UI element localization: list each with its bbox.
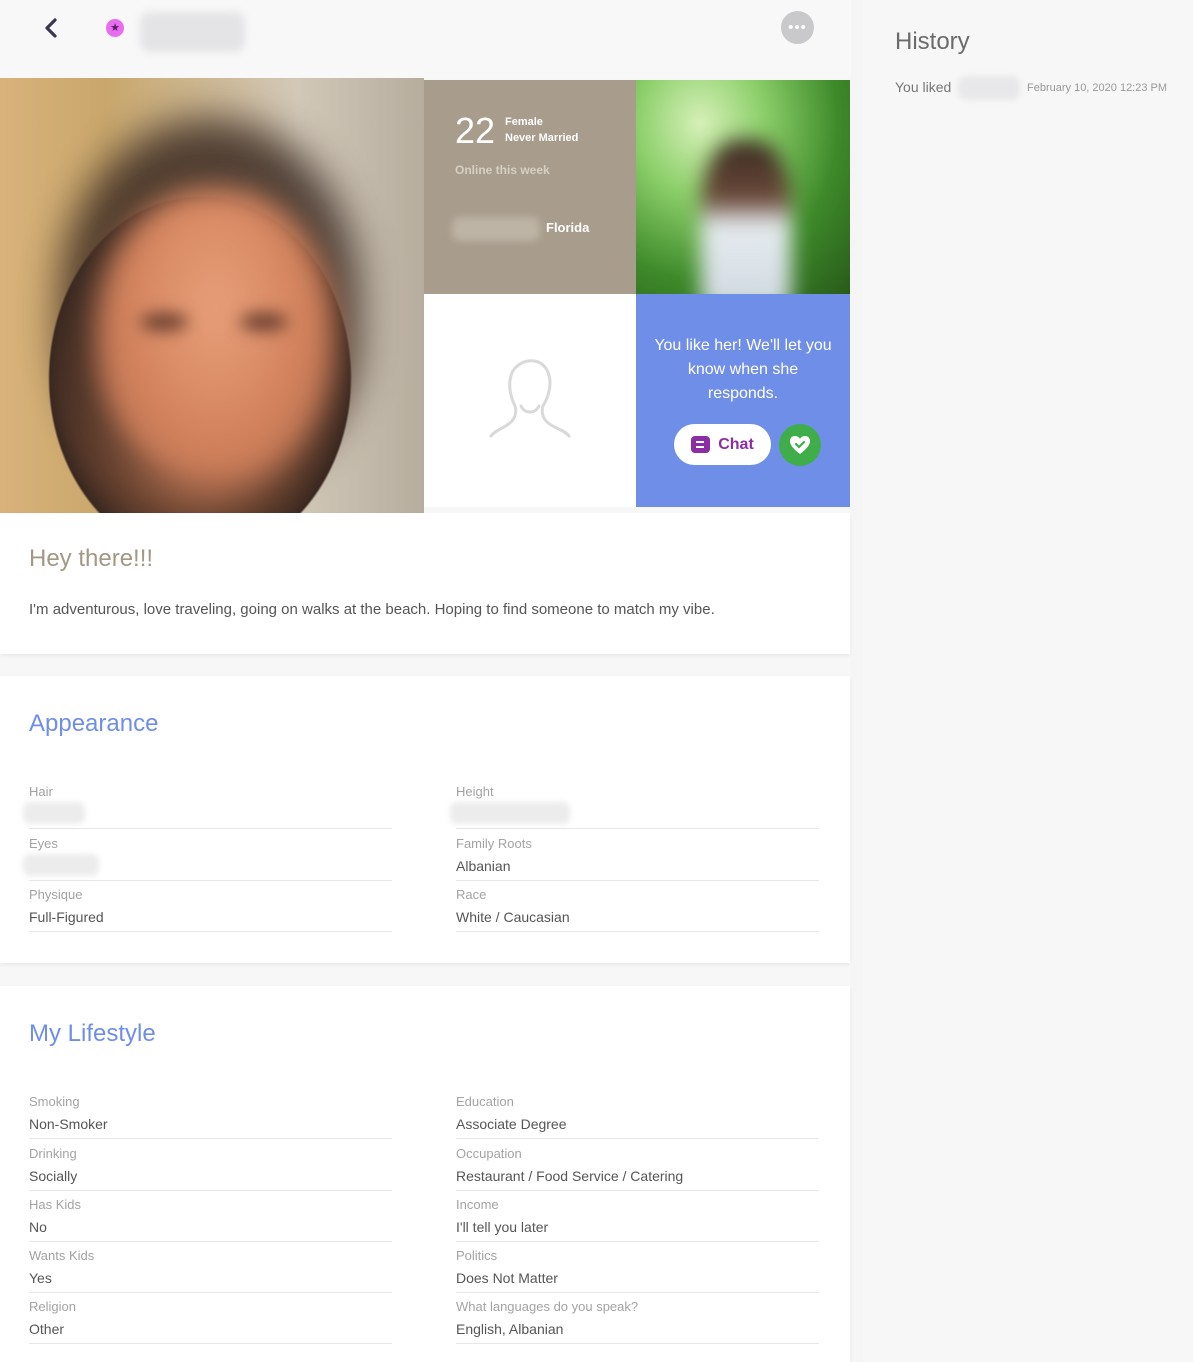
liked-user-redacted: [958, 76, 1020, 100]
field-value: Non-Smoker: [29, 1116, 108, 1132]
field-smoking: Smoking Non-Smoker: [29, 1087, 392, 1139]
field-label: Education: [456, 1094, 514, 1109]
field-label: Smoking: [29, 1094, 80, 1109]
gender: Female: [505, 116, 543, 128]
marital-status: Never Married: [505, 132, 579, 144]
appearance-card: Appearance Hair Eyes Physique Full-Figur…: [0, 676, 850, 963]
online-status: Online this week: [455, 163, 550, 177]
field-value: White / Caucasian: [456, 909, 570, 925]
chevron-left-icon: [45, 18, 57, 38]
field-label: Race: [456, 887, 487, 902]
photo-placeholder: [424, 294, 636, 507]
secondary-profile-photo[interactable]: [636, 80, 850, 294]
field-label: Has Kids: [29, 1197, 82, 1212]
field-label: Drinking: [29, 1146, 77, 1161]
lifestyle-title: My Lifestyle: [29, 1020, 156, 1047]
field-education: Education Associate Degree: [456, 1087, 819, 1139]
ellipsis-icon: •••: [788, 19, 807, 36]
field-income: Income I'll tell you later: [456, 1190, 819, 1242]
history-sidebar: History You liked February 10, 2020 12:2…: [862, 0, 1193, 1362]
chat-icon: [691, 436, 711, 453]
field-languages: What languages do you speak? English, Al…: [456, 1292, 819, 1344]
field-occupation: Occupation Restaurant / Food Service / C…: [456, 1139, 819, 1191]
field-label: Family Roots: [456, 836, 532, 851]
liked-heart-button[interactable]: [779, 424, 821, 466]
field-label: What languages do you speak?: [456, 1299, 639, 1314]
field-label: Occupation: [456, 1146, 522, 1161]
field-hair: Hair: [23, 777, 392, 829]
field-height: Height: [450, 777, 819, 829]
profile-info-tile: 22 Female Never Married Online this week…: [424, 80, 636, 294]
back-button[interactable]: [38, 14, 66, 42]
field-physique: Physique Full-Figured: [29, 880, 392, 932]
field-wants-kids: Wants Kids Yes: [29, 1241, 392, 1293]
field-label: Wants Kids: [29, 1248, 95, 1263]
field-drinking: Drinking Socially: [29, 1139, 392, 1191]
field-value: Other: [29, 1321, 65, 1337]
field-label: Income: [456, 1197, 499, 1212]
field-value: Restaurant / Food Service / Catering: [456, 1168, 684, 1184]
age: 22: [455, 110, 496, 151]
field-race: Race White / Caucasian: [456, 880, 819, 932]
bio-text: I'm adventurous, love traveling, going o…: [29, 601, 715, 618]
lifestyle-card: My Lifestyle Smoking Non-Smoker Drinking…: [0, 986, 850, 1362]
like-message: You like her! We'll let you know when sh…: [654, 337, 832, 402]
field-value: No: [29, 1219, 47, 1235]
field-label: Hair: [29, 784, 53, 799]
field-family-roots: Family Roots Albanian: [456, 829, 819, 881]
heart-check-icon: [790, 436, 810, 454]
history-date: February 10, 2020 12:23 PM: [1027, 82, 1168, 94]
field-value: Associate Degree: [456, 1116, 567, 1132]
appearance-title: Appearance: [29, 710, 159, 737]
city-redacted: [452, 217, 540, 241]
username-redacted: [140, 12, 245, 52]
field-politics: Politics Does Not Matter: [456, 1241, 819, 1293]
field-value: Albanian: [456, 858, 511, 874]
field-value: Yes: [29, 1270, 52, 1286]
field-label: Religion: [29, 1299, 76, 1314]
value-redacted: [450, 802, 570, 824]
field-label: Eyes: [29, 836, 58, 851]
field-value: Does Not Matter: [456, 1270, 558, 1286]
field-value: Socially: [29, 1168, 78, 1184]
field-label: Physique: [29, 887, 83, 902]
field-label: Height: [456, 784, 494, 799]
more-options-button[interactable]: •••: [781, 11, 814, 44]
field-religion: Religion Other: [29, 1292, 392, 1344]
bio-title: Hey there!!!: [29, 545, 154, 572]
field-has-kids: Has Kids No: [29, 1190, 392, 1242]
value-redacted: [23, 854, 99, 876]
bio-card: Hey there!!! I'm adventurous, love trave…: [0, 513, 850, 654]
state: Florida: [546, 220, 590, 235]
like-status-tile: You like her! We'll let you know when sh…: [636, 294, 850, 507]
field-eyes: Eyes: [23, 829, 392, 881]
top-bar: ★ •••: [0, 0, 851, 78]
main-profile-photo[interactable]: [0, 78, 424, 513]
history-liked-label: You liked: [895, 79, 952, 95]
star-badge-icon: ★: [106, 19, 124, 37]
field-value: English, Albanian: [456, 1321, 564, 1337]
chat-label: Chat: [718, 435, 754, 453]
value-redacted: [23, 802, 85, 824]
history-title: History: [895, 28, 970, 55]
field-value: I'll tell you later: [456, 1219, 549, 1235]
field-label: Politics: [456, 1248, 498, 1263]
field-value: Full-Figured: [29, 909, 104, 925]
female-silhouette-icon: [489, 358, 571, 437]
profile-main: ★ ••• 22 Female Never Married Online thi…: [0, 0, 851, 1362]
chat-button[interactable]: Chat: [674, 424, 771, 465]
